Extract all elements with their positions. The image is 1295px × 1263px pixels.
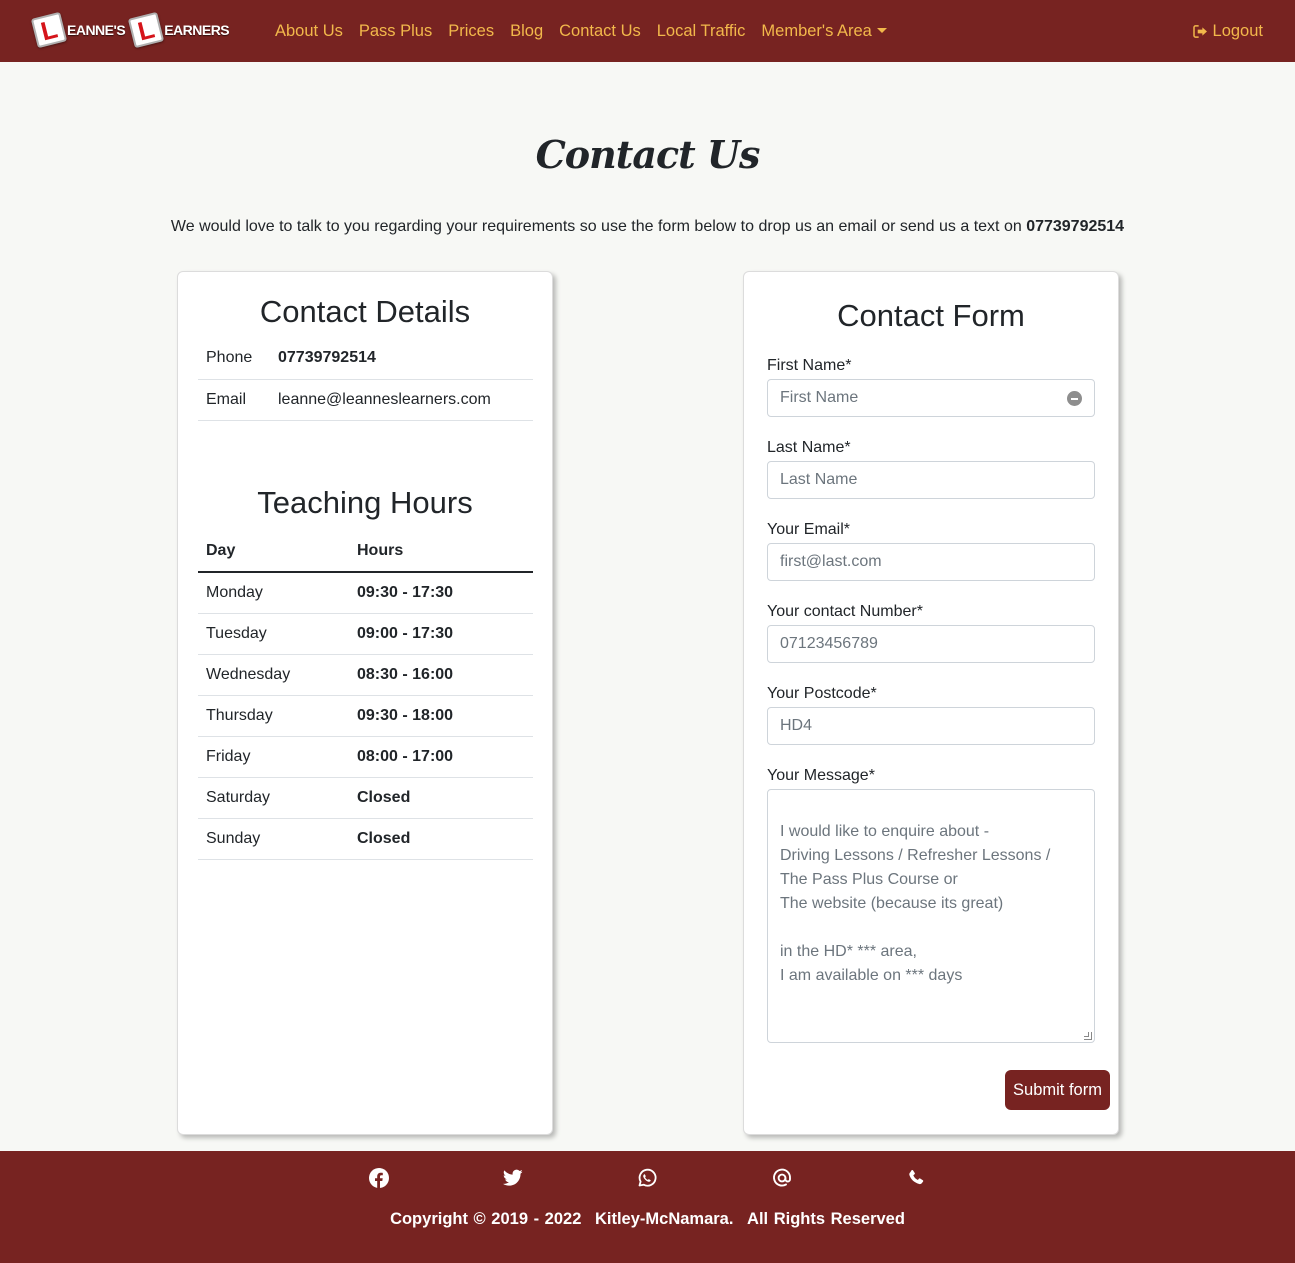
postcode-label: Your Postcode* [767,685,877,702]
page-title: Contact Us [535,132,761,177]
nav-local-traffic[interactable]: Local Traffic [649,22,754,41]
brand-word-2: EARNERS [164,22,230,38]
nav-blog[interactable]: Blog [502,22,551,41]
copyright-owner: Kitley-McNamara. [594,1210,734,1228]
brand-word-1: EANNE'S [67,22,126,38]
table-header-row: Day Hours [198,531,533,572]
table-row: Sunday Closed [198,818,533,859]
contact-number-input[interactable]: 07123456789 [767,625,1095,663]
teaching-hours-table: Day Hours Monday 09:30 - 17:30 Tuesday 09:… [198,531,533,860]
table-row: Wednesday 08:30 - 16:00 [198,654,533,695]
copyright-rights: All Rights Reserved [747,1210,905,1228]
logout-label: Logout [1212,21,1263,40]
day-cell: Wednesday [206,665,291,683]
hours-cell: 09:30 - 17:30 [357,583,454,601]
email-group: Your Email* first@last.com [767,521,1095,581]
first-name-label: First Name* [767,357,852,374]
contact-details-table: Phone 07739792514 Email leanne@leannesle… [198,338,533,421]
top-navbar: L EANNE'S L EARNERS About Us Pass Plus P… [0,0,1295,62]
last-name-placeholder: Last Name [780,471,858,488]
first-name-placeholder: First Name [780,389,859,406]
postcode-group: Your Postcode* HD4 [767,685,1095,745]
table-row: Tuesday 09:00 - 17:30 [198,613,533,654]
intro-sentence: We would love to talk to you regarding y… [170,218,1022,235]
contact-number-group: Your contact Number* 07123456789 [767,603,1095,663]
message-group: Your Message* I would like to enquire ab… [767,767,1095,1043]
first-name-input[interactable]: First Name [767,379,1095,417]
l-plate-icon: L [30,11,68,49]
day-cell: Sunday [206,829,261,847]
intro-phone: 07739792514 [1026,218,1125,235]
sign-out-icon [1192,24,1207,38]
footer: Copyright © 2019 - 2022 Kitley-McNamara.… [0,1151,1295,1263]
l-plate-icon: L [128,11,165,49]
hours-cell: Closed [357,829,411,847]
column-header-day: Day [206,542,236,559]
copyright-years: Copyright © 2019 - 2022 [390,1210,582,1228]
message-label: Your Message* [767,767,875,784]
at-email-icon[interactable] [772,1168,792,1188]
table-row: Email leanne@leanneslearners.com [198,379,533,420]
contact-number-placeholder: 07123456789 [780,635,878,652]
logout-link[interactable]: Logout [1192,0,1263,62]
intro-text: We would love to talk to you regarding y… [0,218,1295,236]
day-cell: Friday [206,747,251,765]
day-cell: Monday [206,583,263,601]
nav-contact-us[interactable]: Contact Us [551,22,649,41]
nav-about-us[interactable]: About Us [267,22,351,41]
detail-label: Email [206,390,247,408]
hours-cell: Closed [357,788,411,806]
contact-details-heading: Contact Details [259,294,471,329]
last-name-group: Last Name* Last Name [767,439,1095,499]
hours-cell: 09:30 - 18:00 [357,706,454,724]
phone-value: 07739792514 [278,349,376,367]
nav-prices[interactable]: Prices [440,22,502,41]
resize-handle-icon[interactable] [1084,1032,1092,1040]
day-cell: Thursday [206,706,273,724]
submit-form-button[interactable]: Submit form [1005,1070,1110,1110]
first-name-group: First Name* First Name [767,357,1095,417]
email-input[interactable]: first@last.com [767,543,1095,581]
email-placeholder: first@last.com [780,553,882,570]
email-value[interactable]: leanne@leanneslearners.com [270,379,533,420]
autofill-contact-icon[interactable] [1067,391,1082,406]
postcode-input[interactable]: HD4 [767,707,1095,745]
contact-number-label: Your contact Number* [767,603,923,620]
table-row: Monday 09:30 - 17:30 [198,572,533,613]
teaching-hours-heading: Teaching Hours [257,485,473,520]
table-row: Saturday Closed [198,777,533,818]
brand-logo[interactable]: L EANNE'S L EARNERS [30,10,235,50]
detail-label: Phone [206,349,253,367]
whatsapp-icon[interactable] [637,1168,657,1188]
day-cell: Saturday [206,788,271,806]
table-row: Friday 08:00 - 17:00 [198,736,533,777]
copyright-text: Copyright © 2019 - 2022 Kitley-McNamara.… [0,1210,1295,1229]
nav-members-area-dropdown[interactable]: Member's Area [753,22,894,41]
hours-cell: 09:00 - 17:30 [357,624,454,642]
message-textarea[interactable]: I would like to enquire about - Driving … [767,789,1095,1043]
column-header-hours: Hours [357,542,404,559]
day-cell: Tuesday [206,624,267,642]
nav-links: About Us Pass Plus Prices Blog Contact U… [267,0,895,62]
phone-icon[interactable] [906,1168,926,1188]
facebook-icon[interactable] [369,1168,389,1188]
postcode-placeholder: HD4 [780,717,813,734]
caret-down-icon [876,27,887,33]
contact-details-card: Contact Details Phone 07739792514 Email … [177,271,553,1135]
last-name-input[interactable]: Last Name [767,461,1095,499]
last-name-label: Last Name* [767,439,851,456]
table-row: Phone 07739792514 [198,338,533,379]
members-area-label: Member's Area [761,21,872,40]
twitter-icon[interactable] [503,1168,523,1188]
contact-form-heading: Contact Form [837,298,1025,333]
contact-form-card: Contact Form First Name* First Name Last… [743,271,1119,1135]
hours-cell: 08:30 - 16:00 [357,665,454,683]
hours-cell: 08:00 - 17:00 [357,747,454,765]
table-row: Thursday 09:30 - 18:00 [198,695,533,736]
email-label: Your Email* [767,521,851,538]
nav-pass-plus[interactable]: Pass Plus [351,22,440,41]
message-placeholder: I would like to enquire about - Driving … [780,823,1051,984]
